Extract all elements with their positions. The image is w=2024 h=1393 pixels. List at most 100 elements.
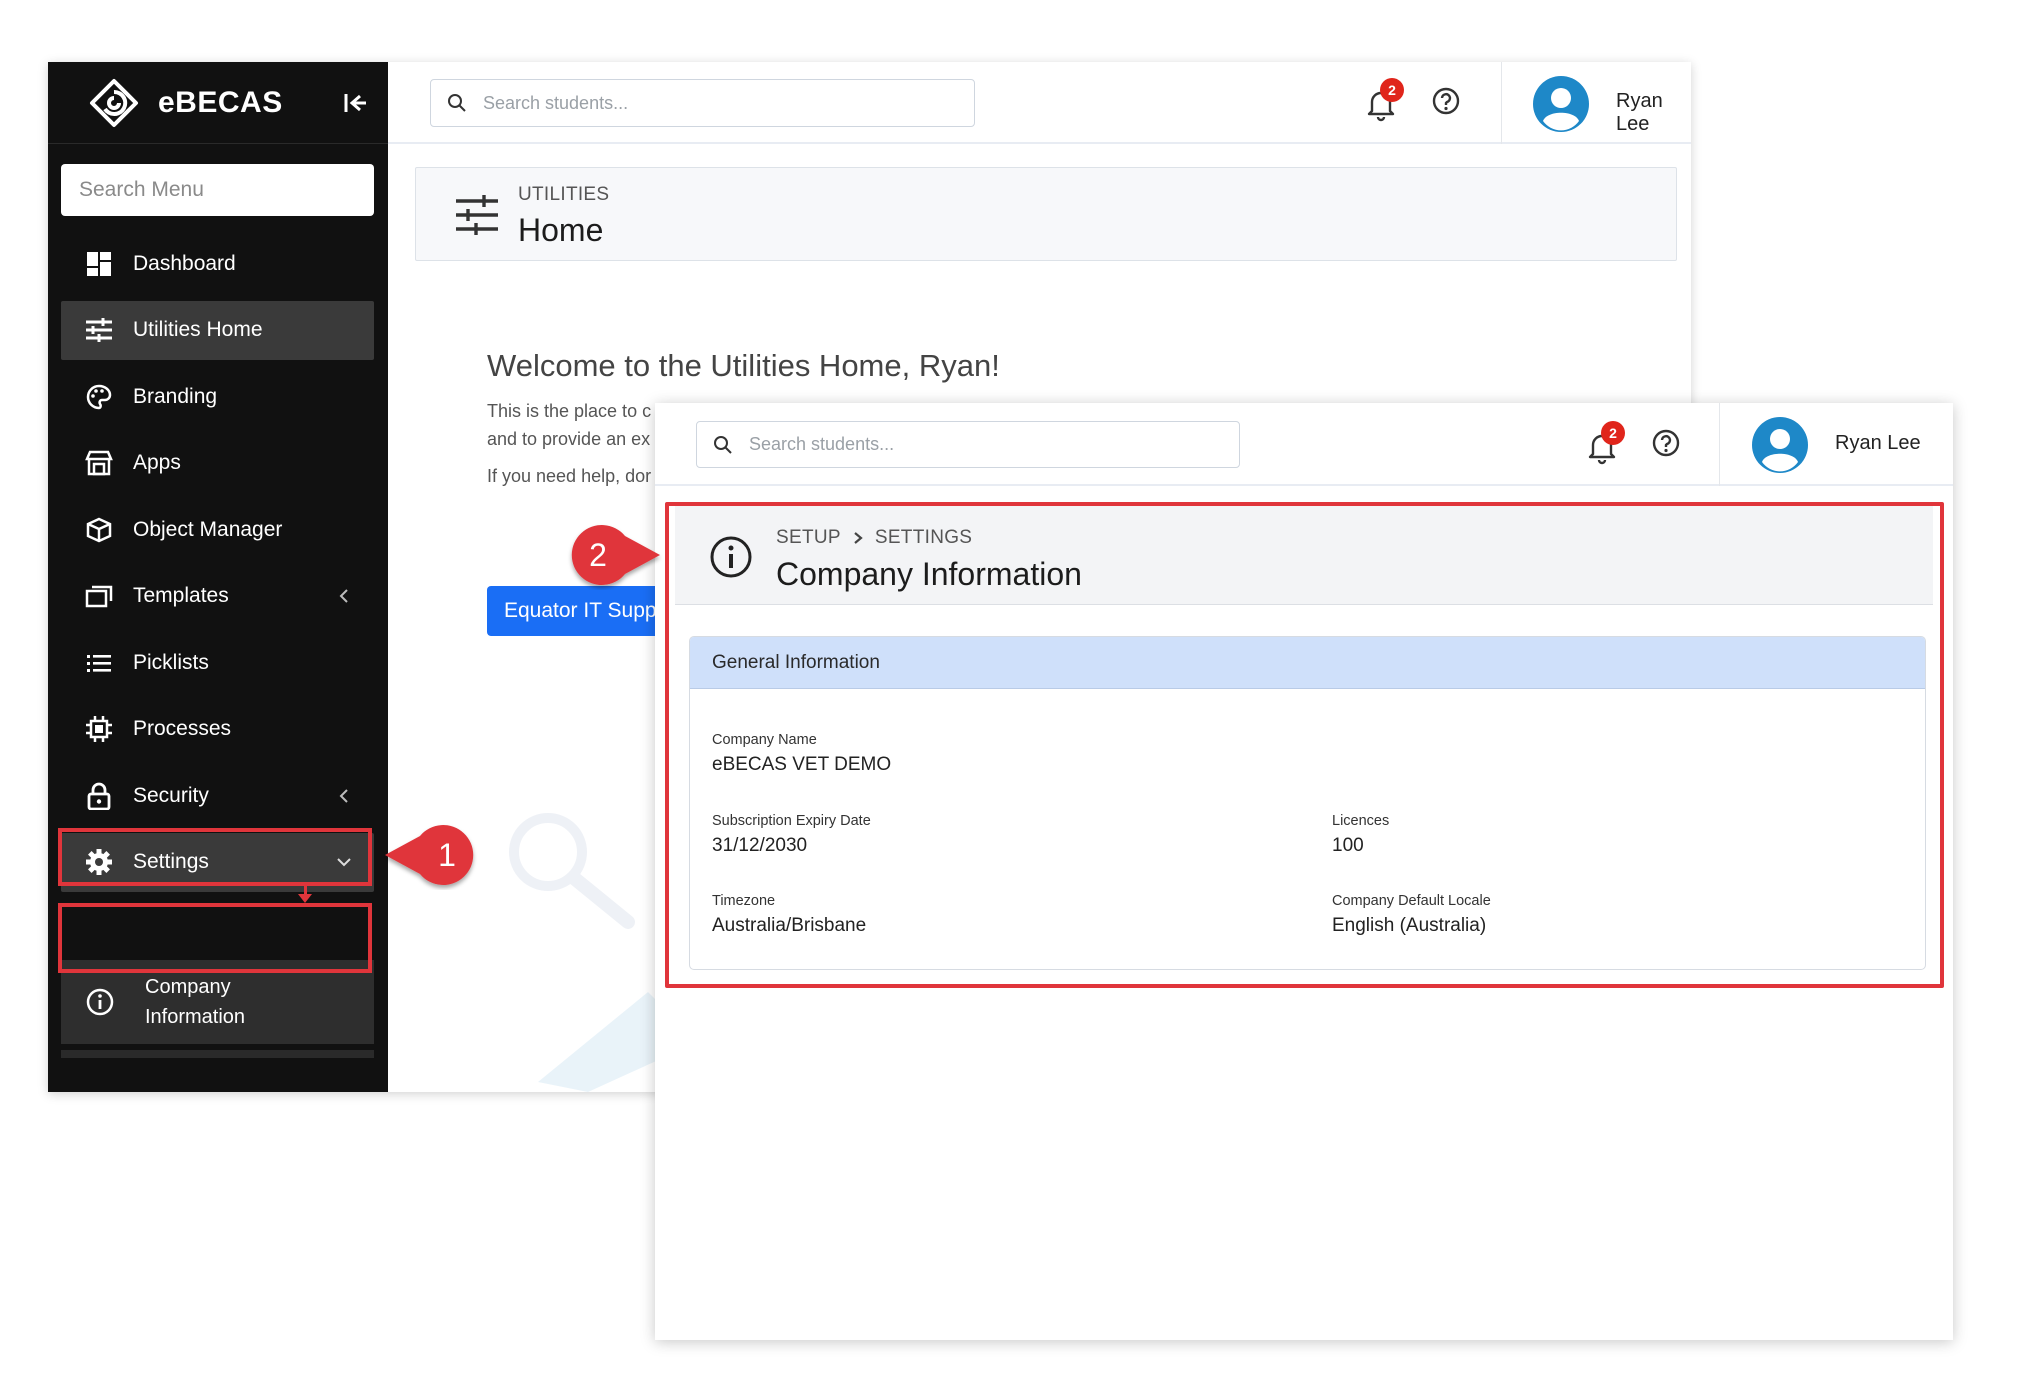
field-label: Company Default Locale [1332,893,1491,909]
company-information-window: Search students... 2 Ryan Lee SETUP SETT… [655,403,1953,1340]
sidebar-item-label: Security [133,783,209,807]
search-icon [448,94,466,112]
subscription-expiry-field: Subscription Expiry Date 31/12/2030 [712,813,871,857]
cube-icon [85,516,113,544]
sidebar-item-dashboard[interactable]: Dashboard [61,234,374,293]
list-icon [85,649,113,677]
menu-search-placeholder: Search Menu [79,178,204,201]
field-label: Company Name [712,732,817,748]
sidebar-item-label: Templates [133,584,229,607]
default-locale-field: Company Default Locale English (Australi… [1332,893,1491,937]
ebecas-logo-icon [90,78,138,127]
student-search-placeholder: Search students... [483,92,629,113]
notification-badge: 2 [1380,78,1404,102]
submenu-divider [61,1050,374,1058]
field-value: 100 [1332,835,1364,856]
user-avatar-icon[interactable] [1533,76,1589,132]
top-bar: Search students... 2 Ryan Lee [388,62,1691,144]
field-value: English (Australia) [1332,915,1487,936]
annotated-screenshot: eBECAS Search Menu Dashboard Utilities H… [0,0,2024,1393]
dashboard-icon [85,250,113,278]
student-search-input[interactable]: Search students... [696,421,1240,468]
submenu-label-line2: Information [145,1006,246,1028]
chevron-left-icon [339,788,348,803]
breadcrumb-setup[interactable]: SETUP [776,527,841,549]
callout-step-2: 2 [571,525,660,585]
chip-icon [85,715,113,743]
user-avatar-icon[interactable] [1752,417,1808,473]
page-header: SETUP SETTINGS Company Information [675,506,1933,605]
sidebar-item-label: Object Manager [133,517,283,541]
help-text: If you need help, dor [487,466,652,486]
sidebar-item-security[interactable]: Security [61,766,374,825]
field-value: eBECAS VET DEMO [712,754,892,775]
notifications-button[interactable]: 2 [1587,421,1625,465]
sidebar-subitem-company-information[interactable]: Company Information [61,960,374,1044]
help-icon[interactable] [1431,86,1461,116]
sidebar-item-label: Processes [133,717,232,740]
user-name[interactable]: Ryan Lee [1835,432,1921,455]
card-header: General Information [690,637,1925,689]
templates-icon [85,582,113,610]
field-value: Australia/Brisbane [712,915,867,936]
field-label: Licences [1332,813,1390,829]
sidebar-item-processes[interactable]: Processes [61,700,374,759]
page-title: Home [518,212,604,248]
sliders-icon [456,195,498,235]
field-label: Timezone [712,893,776,909]
callout-number: 1 [438,837,456,873]
sidebar-item-label: Utilities Home [133,318,263,341]
callout-step-1: 1 [385,825,474,885]
palette-icon [85,383,113,411]
submenu-label: Company Information [145,972,245,1032]
menu-search-input[interactable]: Search Menu [61,164,374,216]
chevron-left-icon [339,589,348,603]
chevron-right-icon [854,532,863,544]
sidebar: eBECAS Search Menu Dashboard Utilities H… [48,62,388,1092]
magnifier-illustration-icon [509,813,635,929]
gear-icon [85,848,113,876]
company-name-field: Company Name eBECAS VET DEMO [712,732,891,776]
intro-text-line: and to provide an ex [487,429,651,449]
sidebar-item-templates[interactable]: Templates [61,567,374,626]
connector-arrow-icon [298,894,312,903]
info-icon [86,988,114,1016]
welcome-heading: Welcome to the Utilities Home, Ryan! [487,348,1000,383]
brand-name: eBECAS [158,85,283,119]
sidebar-item-apps[interactable]: Apps [61,434,374,493]
breadcrumb: SETUP SETTINGS [776,527,972,549]
sidebar-item-label: Picklists [133,650,209,674]
help-icon[interactable] [1651,428,1681,458]
sidebar-item-object-manager[interactable]: Object Manager [61,500,374,559]
notifications-button[interactable]: 2 [1366,78,1404,122]
sidebar-item-branding[interactable]: Branding [61,367,374,426]
sidebar-item-label: Branding [133,384,218,408]
sidebar-item-label: Settings [133,850,209,873]
storefront-icon [85,449,113,477]
callout-number: 2 [589,537,607,573]
sidebar-item-picklists[interactable]: Picklists [61,633,374,692]
search-icon [714,435,732,454]
chevron-down-icon [337,858,351,867]
licences-field: Licences 100 [1332,813,1389,857]
student-search-input[interactable]: Search students... [430,79,975,127]
sliders-icon [85,316,113,344]
submenu-label-line1: Company [145,976,231,998]
topbar-divider [1719,403,1720,486]
page-header: UTILITIES Home [415,167,1677,261]
notification-badge: 2 [1601,421,1625,445]
sidebar-item-utilities-home[interactable]: Utilities Home [61,300,374,360]
breadcrumb-settings[interactable]: SETTINGS [875,527,972,549]
timezone-field: Timezone Australia/Brisbane [712,893,866,937]
page-subtitle: UTILITIES [518,184,610,205]
general-information-card: General Information Company Name eBECAS … [689,636,1926,970]
sidebar-item-settings[interactable]: Settings [61,832,374,892]
topbar-divider [1501,62,1502,144]
lock-icon [85,782,113,810]
sidebar-menu: Dashboard Utilities Home Branding Apps O… [61,234,374,899]
user-name[interactable]: Ryan Lee [1616,90,1691,136]
top-bar: Search students... 2 Ryan Lee [655,403,1953,486]
field-label: Subscription Expiry Date [712,813,871,829]
brand-header: eBECAS [48,62,388,144]
collapse-sidebar-icon[interactable] [340,88,370,118]
